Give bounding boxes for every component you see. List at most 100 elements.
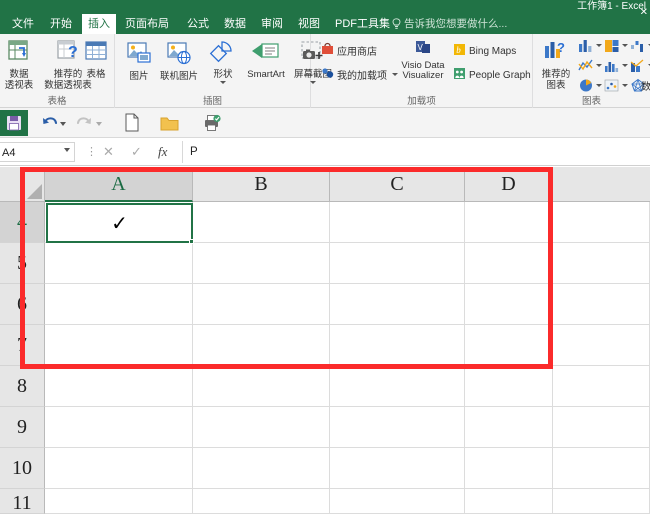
column-header-a[interactable]: A bbox=[45, 167, 193, 202]
redo-dropdown-arrow[interactable] bbox=[96, 122, 102, 126]
table-cell[interactable] bbox=[45, 448, 193, 489]
confirm-entry-icon[interactable]: ✓ bbox=[131, 144, 142, 160]
table-cell[interactable] bbox=[465, 448, 553, 489]
table-cell[interactable] bbox=[553, 202, 650, 243]
table-cell[interactable] bbox=[330, 448, 465, 489]
visio-data-visualizer-button[interactable]: V Visio Data Visualizer bbox=[399, 39, 447, 81]
table-cell[interactable] bbox=[465, 243, 553, 284]
row-header-9[interactable]: 9 bbox=[0, 407, 45, 448]
tab-data[interactable]: 数据 bbox=[218, 14, 252, 34]
row-header-7[interactable]: 7 bbox=[0, 325, 45, 366]
select-all-button[interactable] bbox=[0, 167, 45, 202]
statistic-chart-button[interactable] bbox=[604, 58, 620, 78]
row-header-11[interactable]: 11 bbox=[0, 489, 45, 514]
save-button[interactable] bbox=[0, 110, 28, 136]
table-cell[interactable] bbox=[45, 243, 193, 284]
hierarchy-chart-dropdown-arrow[interactable] bbox=[622, 44, 628, 47]
column-header-e-partial[interactable] bbox=[553, 167, 650, 202]
table-cell[interactable] bbox=[193, 202, 330, 243]
tab-view[interactable]: 视图 bbox=[292, 14, 326, 34]
table-cell[interactable] bbox=[193, 325, 330, 366]
tab-file[interactable]: 文件 bbox=[6, 14, 40, 34]
name-box[interactable]: A4 bbox=[0, 142, 75, 162]
combo-chart-button[interactable] bbox=[630, 58, 646, 78]
tab-pdf-toolkit[interactable]: PDF工具集 bbox=[329, 14, 396, 34]
table-cell[interactable] bbox=[45, 407, 193, 448]
tab-insert[interactable]: 插入 bbox=[82, 14, 116, 34]
table-cell[interactable] bbox=[553, 489, 650, 514]
column-chart-dropdown-arrow[interactable] bbox=[596, 44, 602, 47]
bing-maps-button[interactable]: b Bing Maps bbox=[453, 43, 516, 59]
waterfall-chart-button[interactable] bbox=[630, 38, 646, 58]
table-cell[interactable] bbox=[465, 407, 553, 448]
my-addins-dropdown-arrow[interactable] bbox=[392, 72, 398, 76]
cancel-entry-icon[interactable]: ✕ bbox=[103, 144, 114, 160]
tell-me-search[interactable]: 告诉我您想要做什么... bbox=[404, 14, 507, 34]
table-cell[interactable] bbox=[193, 366, 330, 407]
store-button[interactable]: 应用商店 bbox=[321, 42, 377, 58]
table-cell[interactable] bbox=[553, 366, 650, 407]
fill-handle[interactable] bbox=[189, 239, 194, 244]
table-cell[interactable] bbox=[193, 448, 330, 489]
table-cell[interactable] bbox=[553, 243, 650, 284]
name-box-dropdown-arrow[interactable] bbox=[64, 148, 70, 152]
hierarchy-chart-button[interactable] bbox=[604, 38, 620, 58]
redo-button[interactable] bbox=[74, 111, 98, 135]
column-header-d[interactable]: D bbox=[465, 167, 553, 202]
table-cell[interactable] bbox=[45, 489, 193, 514]
recommended-charts-button[interactable]: ? 推荐的 图表 bbox=[533, 38, 579, 91]
table-cell[interactable] bbox=[465, 489, 553, 514]
formula-bar-grip[interactable]: ⋮ bbox=[86, 145, 97, 158]
row-header-10[interactable]: 10 bbox=[0, 448, 45, 489]
statistic-chart-dropdown-arrow[interactable] bbox=[622, 64, 628, 67]
table-cell[interactable] bbox=[330, 284, 465, 325]
tab-formulas[interactable]: 公式 bbox=[181, 14, 215, 34]
line-chart-button[interactable] bbox=[578, 58, 594, 78]
table-cell[interactable] bbox=[330, 202, 465, 243]
tab-review[interactable]: 审阅 bbox=[255, 14, 289, 34]
table-cell[interactable] bbox=[45, 284, 193, 325]
row-header-8[interactable]: 8 bbox=[0, 366, 45, 407]
table-cell[interactable] bbox=[553, 284, 650, 325]
new-document-button[interactable] bbox=[120, 111, 144, 135]
column-chart-button[interactable] bbox=[578, 38, 594, 58]
table-cell[interactable] bbox=[330, 243, 465, 284]
table-cell[interactable] bbox=[330, 407, 465, 448]
online-pictures-button[interactable]: 联机图片 bbox=[153, 40, 205, 82]
tab-home[interactable]: 开始 bbox=[44, 14, 78, 34]
table-button[interactable]: 表格 bbox=[78, 38, 114, 80]
table-cell[interactable] bbox=[465, 325, 553, 366]
table-cell[interactable] bbox=[193, 243, 330, 284]
table-cell[interactable] bbox=[193, 489, 330, 514]
table-cell[interactable] bbox=[193, 284, 330, 325]
shapes-dropdown-arrow[interactable] bbox=[220, 81, 226, 84]
table-cell[interactable] bbox=[465, 202, 553, 243]
undo-dropdown-arrow[interactable] bbox=[60, 122, 66, 126]
table-cell[interactable] bbox=[553, 325, 650, 366]
tab-page-layout[interactable]: 页面布局 bbox=[119, 14, 175, 34]
table-cell[interactable] bbox=[45, 325, 193, 366]
table-cell[interactable] bbox=[465, 366, 553, 407]
table-cell[interactable] bbox=[330, 489, 465, 514]
formula-input[interactable]: P bbox=[190, 143, 648, 162]
column-header-c[interactable]: C bbox=[330, 167, 465, 202]
open-folder-button[interactable] bbox=[158, 111, 182, 135]
table-cell[interactable] bbox=[45, 366, 193, 407]
row-header-6[interactable]: 6 bbox=[0, 284, 45, 325]
print-preview-button[interactable] bbox=[200, 111, 224, 135]
row-header-5[interactable]: 5 bbox=[0, 243, 45, 284]
table-cell[interactable] bbox=[553, 448, 650, 489]
table-cell[interactable] bbox=[330, 366, 465, 407]
my-addins-button[interactable]: 我的加载项 bbox=[321, 66, 398, 82]
insert-function-icon[interactable]: fx bbox=[158, 144, 167, 160]
table-cell[interactable] bbox=[45, 202, 193, 243]
people-graph-button[interactable]: People Graph bbox=[453, 67, 531, 83]
scatter-chart-dropdown-arrow[interactable] bbox=[622, 84, 628, 87]
table-cell[interactable] bbox=[330, 325, 465, 366]
table-cell[interactable] bbox=[465, 284, 553, 325]
line-chart-dropdown-arrow[interactable] bbox=[596, 64, 602, 67]
table-cell[interactable] bbox=[553, 407, 650, 448]
row-header-4[interactable]: 4 bbox=[0, 202, 45, 243]
table-cell[interactable] bbox=[193, 407, 330, 448]
column-header-b[interactable]: B bbox=[193, 167, 330, 202]
